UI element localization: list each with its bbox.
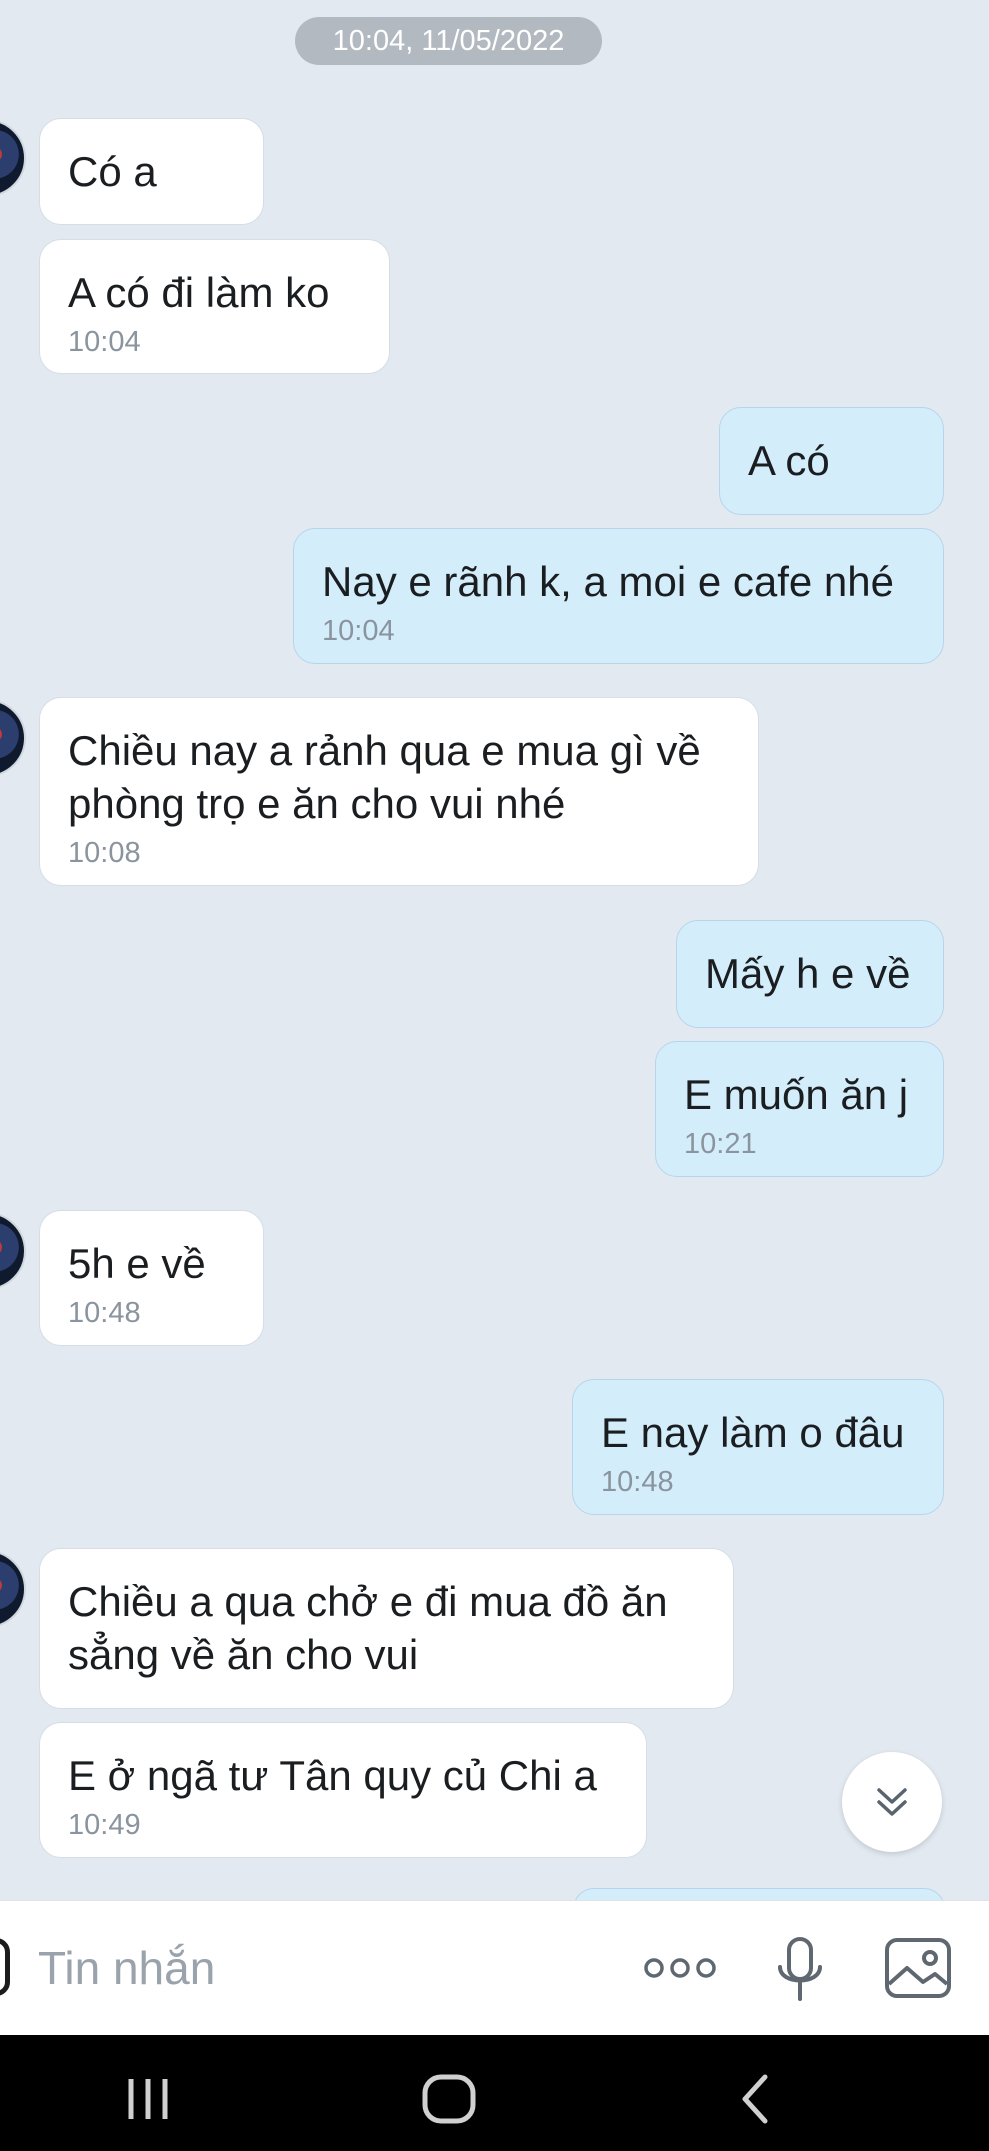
- message-time: 10:49: [68, 1809, 141, 1841]
- message-bubble-incoming[interactable]: 5h e về 10:48: [39, 1210, 264, 1346]
- message-time: 10:04: [68, 326, 141, 358]
- message-time: 10:08: [68, 837, 141, 869]
- contact-avatar[interactable]: [0, 699, 26, 777]
- image-icon[interactable]: [883, 1936, 953, 2000]
- message-bubble-outgoing[interactable]: E muốn ăn j 10:21: [655, 1041, 944, 1177]
- chat-area[interactable]: 10:04, 11/05/2022 Có a A có đi làm ko 10…: [0, 0, 989, 1900]
- scroll-to-bottom-button[interactable]: [842, 1752, 942, 1852]
- contact-avatar[interactable]: [0, 1212, 26, 1290]
- message-time: 10:48: [601, 1466, 674, 1498]
- message-text-line-1: Chiều a qua chở e đi mua đồ ăn: [68, 1578, 668, 1625]
- contact-avatar[interactable]: [0, 119, 26, 197]
- message-text: 5h e về: [68, 1240, 206, 1287]
- recent-apps-icon[interactable]: [118, 2075, 178, 2123]
- message-bubble-incoming[interactable]: Chiều a qua chở e đi mua đồ ăn sẳng về ă…: [39, 1548, 734, 1709]
- message-input[interactable]: [38, 1938, 598, 1998]
- more-dots-icon[interactable]: [640, 1950, 720, 1986]
- message-time: 10:21: [684, 1128, 757, 1160]
- message-bubble-incoming[interactable]: Có a: [39, 118, 264, 225]
- message-text: Nay e rãnh k, a moi e cafe nhé: [322, 558, 894, 605]
- message-text: E nay làm o đâu: [601, 1409, 905, 1456]
- message-text-line-2: phòng trọ e ăn cho vui nhé: [68, 780, 566, 827]
- double-chevron-down-icon: [877, 1788, 907, 1816]
- message-bubble-incoming[interactable]: A có đi làm ko 10:04: [39, 239, 390, 374]
- home-icon[interactable]: [419, 2074, 479, 2124]
- message-bubble-outgoing[interactable]: E nay làm o đâu 10:48: [572, 1379, 944, 1515]
- message-text: Mấy h e về: [705, 950, 911, 997]
- message-text-line-1: Chiều nay a rảnh qua e mua gì về: [68, 727, 701, 774]
- sticker-icon[interactable]: [0, 1938, 10, 1996]
- message-bubble-outgoing[interactable]: Mấy h e về: [676, 920, 944, 1028]
- message-text: A có: [748, 437, 830, 484]
- date-chip: 10:04, 11/05/2022: [295, 17, 602, 65]
- message-text: A có đi làm ko: [68, 269, 330, 316]
- message-text: E muốn ăn j: [684, 1071, 909, 1118]
- contact-avatar[interactable]: [0, 1550, 26, 1628]
- message-time: 10:48: [68, 1297, 141, 1329]
- message-time: 10:04: [322, 615, 395, 647]
- back-icon[interactable]: [725, 2074, 785, 2124]
- message-text: Có a: [68, 148, 157, 195]
- message-bubble-incoming[interactable]: Chiều nay a rảnh qua e mua gì về phòng t…: [39, 697, 759, 886]
- message-text: E ở ngã tư Tân quy củ Chi a: [68, 1752, 597, 1799]
- message-bubble-outgoing-partial[interactable]: [573, 1888, 945, 1900]
- message-text-line-2: sẳng về ăn cho vui: [68, 1631, 419, 1678]
- message-bubble-outgoing[interactable]: A có: [719, 407, 944, 515]
- message-bubble-incoming[interactable]: E ở ngã tư Tân quy củ Chi a 10:49: [39, 1722, 647, 1858]
- microphone-icon[interactable]: [772, 1935, 828, 2007]
- message-bubble-outgoing[interactable]: Nay e rãnh k, a moi e cafe nhé 10:04: [293, 528, 944, 664]
